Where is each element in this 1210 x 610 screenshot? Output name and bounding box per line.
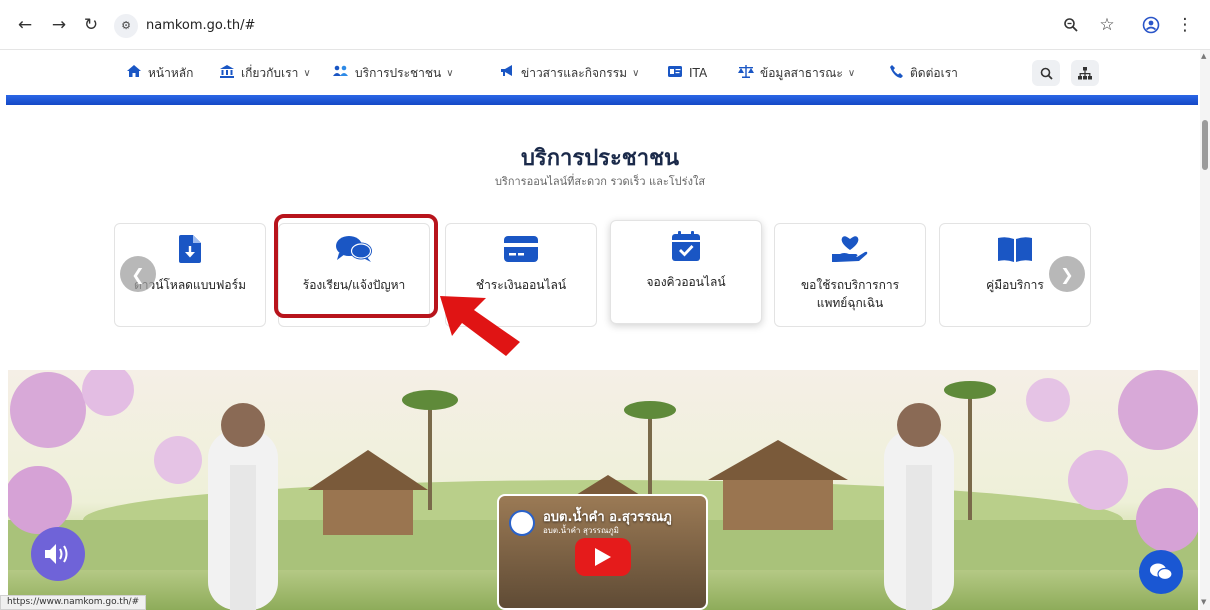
back-icon[interactable]: ←: [14, 14, 36, 36]
service-label-line1: ขอใช้รถบริการการ: [800, 278, 900, 292]
nav-ita-label: ITA: [689, 66, 708, 80]
forward-icon[interactable]: →: [48, 14, 70, 36]
chevron-right-icon: ❯: [1060, 264, 1074, 284]
channel-logo: [509, 510, 535, 536]
service-card-emergency-ambulance[interactable]: ขอใช้รถบริการการ แพทย์ฉุกเฉิน: [774, 223, 926, 327]
service-card-queue-booking[interactable]: จองคิวออนไลน์: [610, 220, 762, 324]
nav-services[interactable]: บริการประชาชน ∨: [333, 63, 454, 83]
nav-about[interactable]: เกี่ยวกับเรา ∨: [219, 63, 311, 83]
nav-contact[interactable]: ติดต่อเรา: [888, 63, 958, 83]
menu-kebab-icon[interactable]: ⋮: [1174, 14, 1196, 36]
section-title: บริการประชาชน: [520, 146, 680, 171]
chevron-down-icon: ∨: [847, 67, 856, 79]
chevron-down-icon: ∨: [303, 67, 311, 79]
url-text: namkom.go.th/#: [146, 18, 256, 33]
speaker-icon: [45, 544, 68, 564]
nav-home[interactable]: หน้าหลัก: [126, 63, 193, 83]
address-bar[interactable]: ⚙ namkom.go.th/#: [114, 11, 1114, 40]
audio-reader-button[interactable]: [31, 527, 85, 581]
scale-icon: [738, 64, 754, 82]
megaphone-icon: [499, 65, 515, 81]
nav-services-label: บริการประชาชน: [355, 65, 442, 80]
service-label-line2: แพทย์ฉุกเฉิน: [816, 296, 884, 310]
carousel-prev-button[interactable]: ❮: [120, 256, 156, 292]
profile-icon[interactable]: [1140, 14, 1162, 36]
section-subtitle: บริการออนไลน์ที่สะดวก รวดเร็ว และโปร่งใส: [494, 175, 706, 188]
hand-heart-icon: [775, 232, 925, 266]
users-icon: [333, 65, 349, 81]
calendar-check-icon: [611, 229, 761, 263]
bank-icon: [219, 64, 235, 82]
scroll-down-icon[interactable]: ▼: [1201, 598, 1206, 606]
chevron-down-icon: ∨: [446, 67, 454, 79]
carousel-next-button[interactable]: ❯: [1049, 256, 1085, 292]
scroll-thumb[interactable]: [1202, 120, 1208, 170]
nav-about-label: เกี่ยวกับเรา: [241, 65, 299, 80]
site-search-button[interactable]: [1032, 60, 1060, 86]
chat-icon: [1150, 563, 1173, 581]
service-label: จองคิวออนไลน์: [646, 275, 726, 289]
service-label: ขอใช้รถบริการการ แพทย์ฉุกเฉิน: [775, 276, 925, 312]
play-icon: [595, 548, 611, 566]
video-embed[interactable]: อบต.น้ำคำ อ.สุวรรณภู อบต.น้ำคำ สุวรรณภูม…: [497, 494, 708, 610]
browser-toolbar: ← → ↻ ⚙ namkom.go.th/# ☆ ⋮: [0, 0, 1210, 50]
id-card-icon: [667, 65, 683, 81]
nav-contact-label: ติดต่อเรา: [910, 65, 958, 80]
play-button[interactable]: [575, 538, 631, 576]
nav-news-label: ข่าวสารและกิจกรรม: [521, 65, 628, 80]
scroll-up-icon[interactable]: ▲: [1201, 52, 1206, 60]
bookmark-star-icon[interactable]: ☆: [1096, 14, 1118, 36]
site-navigation: หน้าหลัก เกี่ยวกับเรา ∨ บริการประชาชน ∨ …: [0, 50, 1200, 96]
nav-home-label: หน้าหลัก: [148, 65, 194, 80]
credit-card-icon: [446, 232, 596, 266]
page-scrollbar[interactable]: ▲ ▼: [1200, 50, 1210, 610]
chat-support-button[interactable]: [1139, 550, 1183, 594]
nav-news[interactable]: ข่าวสารและกิจกรรม ∨: [499, 63, 639, 83]
chevron-down-icon: ∨: [632, 67, 640, 79]
site-settings-icon[interactable]: ⚙: [114, 13, 138, 38]
phone-icon: [888, 64, 904, 82]
zoom-icon[interactable]: [1060, 14, 1082, 36]
nav-public-info-label: ข้อมูลสาธารณะ: [760, 65, 843, 80]
reload-icon[interactable]: ↻: [80, 14, 102, 36]
video-subtitle: อบต.น้ำคำ สุวรรณภูมิ: [543, 526, 619, 535]
highlight-box: [274, 214, 438, 318]
sitemap-icon: [1078, 66, 1092, 79]
pointer-arrow-icon: [440, 296, 520, 356]
chevron-left-icon: ❮: [131, 264, 145, 284]
search-icon: [1040, 67, 1053, 80]
nav-accent-strip: [6, 95, 1198, 105]
sitemap-button[interactable]: [1071, 60, 1099, 86]
status-url: https://www.namkom.go.th/#: [0, 595, 147, 610]
nav-public-info[interactable]: ข้อมูลสาธารณะ ∨: [738, 63, 855, 83]
nav-ita[interactable]: ITA: [667, 63, 707, 83]
home-icon: [126, 65, 142, 81]
